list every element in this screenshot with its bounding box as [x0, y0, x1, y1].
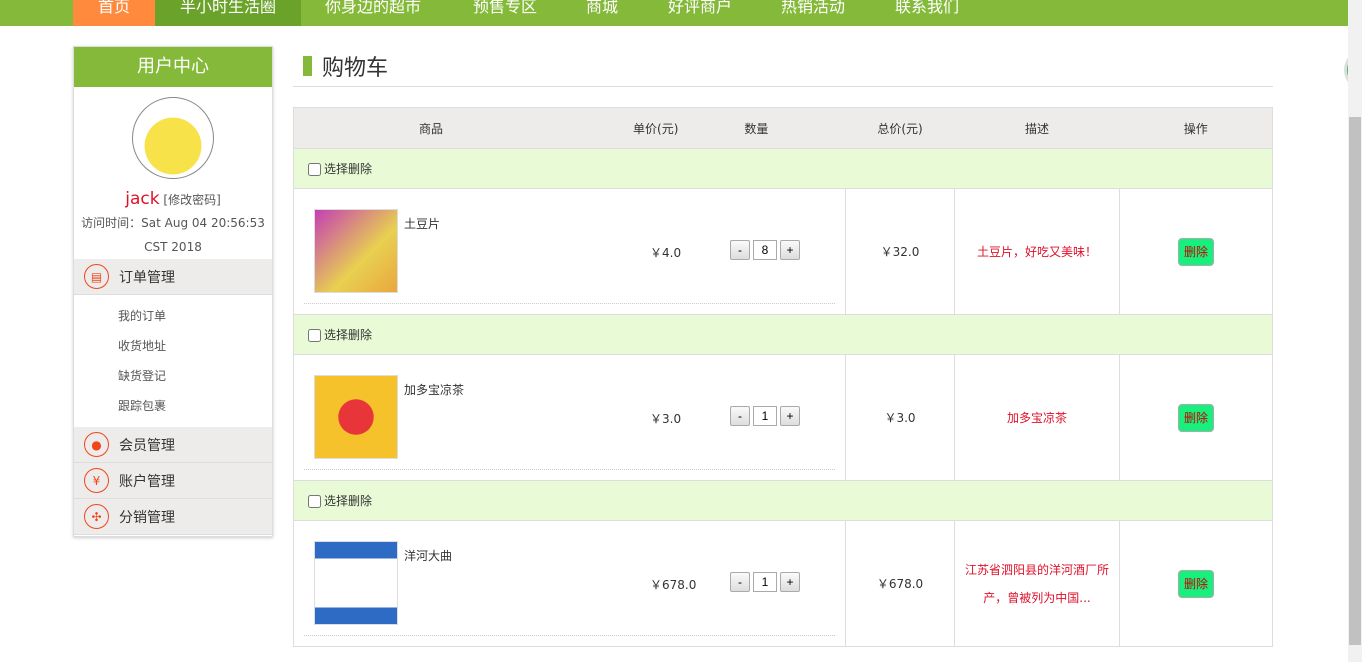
top-nav: 首页 半小时生活圈 你身边的超市 预售专区 商城 好评商户 热销活动 联系我们 [0, 0, 1348, 26]
sidebar-item-out-of-stock[interactable]: 缺货登记 [118, 361, 272, 391]
total-price: ￥3.0 [845, 354, 955, 481]
change-password-link[interactable]: [修改密码] [163, 193, 220, 207]
scrollbar-thumb[interactable] [1349, 117, 1361, 645]
description: 土豆片，好吃又美味！ [954, 188, 1120, 315]
decrease-button[interactable]: - [730, 406, 750, 426]
unit-price: ￥4.0 [650, 246, 682, 260]
increase-button[interactable]: + [780, 572, 800, 592]
select-row: 选择删除 [293, 480, 1273, 521]
yen-icon: ¥ [84, 468, 109, 493]
divider [304, 303, 835, 304]
nav-supermarket[interactable]: 你身边的超市 [310, 0, 436, 26]
scrollbar[interactable] [1348, 0, 1362, 662]
quantity-stepper: - + [730, 240, 800, 260]
user-sidebar: 用户中心 jack [修改密码] 访问时间：Sat Aug 04 20:56:5… [73, 46, 273, 537]
title-marker [303, 56, 312, 76]
header-desc: 描述 [954, 107, 1120, 149]
product-name[interactable]: 洋河大曲 [404, 547, 452, 564]
visit-time: 访问时间：Sat Aug 04 20:56:53 CST 2018 [81, 216, 265, 254]
decrease-button[interactable]: - [730, 572, 750, 592]
product-image[interactable] [314, 375, 398, 459]
delete-button[interactable]: 删除 [1178, 569, 1214, 598]
product-image[interactable] [314, 209, 398, 293]
sidebar-group-distribution[interactable]: ✣ 分销管理 [74, 499, 272, 535]
select-delete-label: 选择删除 [324, 494, 373, 508]
sidebar-item-track[interactable]: 跟踪包裹 [118, 391, 272, 421]
header-total: 总价(元) [845, 107, 955, 149]
cart-main: 购物车 商品 单价(元) 数量 总价(元) 描述 操作 选择删除 土豆片 ￥4.0 … [293, 46, 1273, 647]
product-name[interactable]: 加多宝凉茶 [404, 381, 464, 398]
header-qty: 数量 [744, 121, 769, 136]
product-name[interactable]: 土豆片 [404, 215, 440, 232]
quantity-input[interactable] [753, 240, 777, 260]
quantity-stepper: - + [730, 406, 800, 426]
delete-button[interactable]: 删除 [1178, 403, 1214, 432]
increase-button[interactable]: + [780, 240, 800, 260]
sidebar-item-address[interactable]: 收货地址 [118, 331, 272, 361]
quantity-stepper: - + [730, 572, 800, 592]
select-delete-label: 选择删除 [324, 162, 373, 176]
divider [304, 469, 835, 470]
unit-price: ￥3.0 [650, 412, 682, 426]
nav-mall[interactable]: 商城 [572, 0, 632, 26]
header-price: 单价(元) [633, 121, 679, 136]
document-icon: ▤ [84, 264, 109, 289]
nav-hot[interactable]: 热销活动 [770, 0, 856, 26]
cart-table: 商品 单价(元) 数量 总价(元) 描述 操作 选择删除 土豆片 ￥4.0 - + … [293, 107, 1273, 647]
description: 加多宝凉茶 [954, 354, 1120, 481]
sidebar-item-my-orders[interactable]: 我的订单 [118, 301, 272, 331]
decrease-button[interactable]: - [730, 240, 750, 260]
avatar[interactable] [132, 97, 214, 179]
select-row: 选择删除 [293, 148, 1273, 189]
select-checkbox[interactable] [308, 495, 321, 508]
total-price: ￥32.0 [845, 188, 955, 315]
cart-item-row: 洋河大曲 ￥678.0 - + ￥678.0 江苏省泗阳县的洋河酒厂所产，曾被列… [293, 520, 1273, 647]
sidebar-title: 用户中心 [74, 47, 272, 87]
nav-presale[interactable]: 预售专区 [460, 0, 550, 26]
share-icon: ✣ [84, 504, 109, 529]
increase-button[interactable]: + [780, 406, 800, 426]
delete-button[interactable]: 删除 [1178, 237, 1214, 266]
quantity-input[interactable] [753, 406, 777, 426]
cart-item-row: 土豆片 ￥4.0 - + ￥32.0 土豆片，好吃又美味！ 删除 [293, 188, 1273, 315]
username: jack [125, 189, 160, 209]
product-image[interactable] [314, 541, 398, 625]
select-row: 选择删除 [293, 314, 1273, 355]
nav-contact[interactable]: 联系我们 [882, 0, 972, 26]
sidebar-group-account[interactable]: ¥ 账户管理 [74, 463, 272, 499]
select-checkbox[interactable] [308, 163, 321, 176]
description: 江苏省泗阳县的洋河酒厂所产，曾被列为中国... [954, 520, 1120, 647]
sidebar-group-orders[interactable]: ▤ 订单管理 [74, 259, 272, 295]
page-title: 购物车 [322, 56, 389, 81]
header-action: 操作 [1119, 107, 1273, 149]
quantity-input[interactable] [753, 572, 777, 592]
select-checkbox[interactable] [308, 329, 321, 342]
cart-item-row: 加多宝凉茶 ￥3.0 - + ￥3.0 加多宝凉茶 删除 [293, 354, 1273, 481]
header-product: 商品 [419, 121, 444, 136]
nav-half-hour[interactable]: 半小时生活圈 [155, 0, 301, 26]
divider [304, 635, 835, 636]
sidebar-group-members[interactable]: ● 会员管理 [74, 427, 272, 463]
select-delete-label: 选择删除 [324, 328, 373, 342]
user-icon: ● [84, 432, 109, 457]
nav-reviews[interactable]: 好评商户 [655, 0, 745, 26]
total-price: ￥678.0 [845, 520, 955, 647]
unit-price: ￥678.0 [650, 578, 697, 592]
nav-home[interactable]: 首页 [73, 0, 155, 26]
